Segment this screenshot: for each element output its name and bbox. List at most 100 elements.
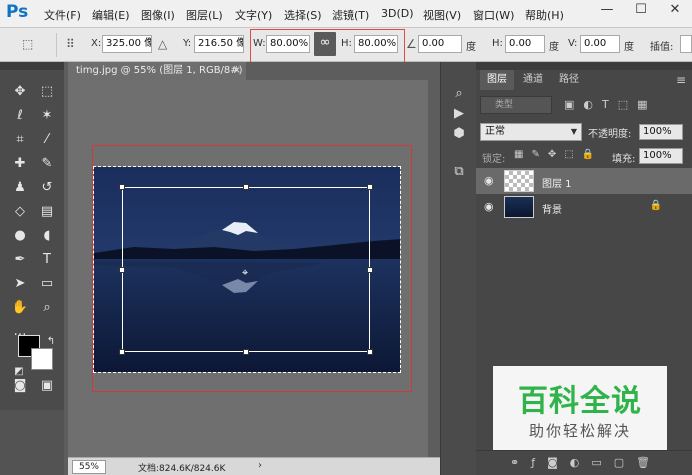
menu-image[interactable]: 图像(I) <box>141 7 175 23</box>
close-button[interactable]: ✕ <box>658 0 692 22</box>
gradient-tool-icon[interactable]: ▤ <box>36 202 58 222</box>
y-label: Y: <box>183 38 192 49</box>
angle-input[interactable]: 0.00 <box>418 35 462 53</box>
quick-mask-icon[interactable]: ◙ <box>9 376 31 396</box>
history-panel-icon[interactable]: ⌕ <box>449 84 469 104</box>
minimize-button[interactable]: — <box>590 0 624 22</box>
layer-filter-select[interactable]: 类型 <box>480 96 552 114</box>
layer-thumbnail <box>504 170 534 192</box>
magic-wand-icon[interactable]: ✶ <box>36 106 58 126</box>
actions-panel-icon[interactable]: ▶ <box>449 104 469 124</box>
hand-tool-icon[interactable]: ✋ <box>9 298 31 318</box>
3d-panel-icon[interactable]: ⬢ <box>449 124 469 144</box>
eraser-tool-icon[interactable]: ◇ <box>9 202 31 222</box>
tab-channels[interactable]: 通道 <box>516 70 550 90</box>
shape-tool-icon[interactable]: ▭ <box>36 274 58 294</box>
layer-row-background[interactable]: ◉ 背景 🔒 <box>476 194 692 220</box>
layers-panel-header <box>476 62 692 70</box>
vskew-label: V: <box>568 38 578 49</box>
menu-window[interactable]: 窗口(W) <box>473 7 514 23</box>
visibility-eye-icon[interactable]: ◉ <box>484 200 494 213</box>
blur-tool-icon[interactable]: ● <box>9 226 31 246</box>
pen-tool-icon[interactable]: ✒ <box>9 250 31 270</box>
type-tool-icon[interactable]: T <box>36 250 58 270</box>
reference-point-icon[interactable]: ⠿ <box>66 37 75 51</box>
transform-center-icon[interactable]: ⌖ <box>242 266 248 280</box>
x-label: X: <box>91 38 102 49</box>
screen-mode-icon[interactable]: ▣ <box>36 376 58 396</box>
move-tool-icon[interactable]: ✥ <box>9 82 31 102</box>
transform-handle-top[interactable] <box>243 184 249 190</box>
menu-view[interactable]: 视图(V) <box>423 7 461 23</box>
transform-handle-top-left[interactable] <box>119 184 125 190</box>
menu-type[interactable]: 文字(Y) <box>235 7 272 23</box>
lasso-tool-icon[interactable]: ℓ <box>9 106 31 126</box>
menu-select[interactable]: 选择(S) <box>284 7 322 23</box>
clone-stamp-icon[interactable]: ♟ <box>9 178 31 198</box>
document-info: 文档:824.6K/824.6K <box>138 464 226 474</box>
lock-icon: 🔒 <box>649 200 662 211</box>
lock-label: 锁定: <box>482 154 506 165</box>
path-select-icon[interactable]: ➤ <box>9 274 31 294</box>
panel-menu-icon[interactable]: ≡ <box>676 73 686 87</box>
lock-icons[interactable]: ▦✎✥⬚🔒 <box>514 149 602 160</box>
fill-input[interactable]: 100% <box>639 148 683 164</box>
menu-layer[interactable]: 图层(L) <box>186 7 223 23</box>
transform-handle-bottom-left[interactable] <box>119 349 125 355</box>
hskew-input[interactable]: 0.00 <box>505 35 545 53</box>
status-menu-icon[interactable]: › <box>258 460 262 471</box>
tab-paths[interactable]: 路径 <box>552 70 586 90</box>
angle-unit: 度 <box>466 42 476 53</box>
visibility-eye-icon[interactable]: ◉ <box>484 174 494 187</box>
tab-layers[interactable]: 图层 <box>480 70 514 90</box>
zoom-field[interactable]: 55% <box>72 460 106 474</box>
layer-action-icons[interactable]: ⚭ƒ◙◐▭▢🗑 <box>510 456 662 469</box>
healing-brush-icon[interactable]: ✚ <box>9 154 31 174</box>
crop-tool-icon[interactable]: ⌗ <box>9 130 31 150</box>
eyedropper-icon[interactable]: ⁄ <box>36 130 58 150</box>
dodge-tool-icon[interactable]: ◖ <box>36 226 58 246</box>
vskew-input[interactable]: 0.00 <box>580 35 620 53</box>
tools-panel-header <box>0 62 64 70</box>
filter-icons[interactable]: ▣◐T⬚▦ <box>564 98 657 111</box>
watermark-title: 百科全说 <box>518 384 642 419</box>
hskew-label: H: <box>492 38 503 49</box>
vskew-unit: 度 <box>624 42 634 53</box>
menu-edit[interactable]: 编辑(E) <box>92 7 130 23</box>
menu-3d[interactable]: 3D(D) <box>381 7 414 20</box>
highlight-box <box>250 29 405 65</box>
layer-thumbnail <box>504 196 534 218</box>
zoom-tool-icon[interactable]: ⌕ <box>36 298 58 318</box>
interpolation-select[interactable] <box>680 35 692 53</box>
transform-handle-left[interactable] <box>119 267 125 273</box>
opacity-input[interactable]: 100% <box>639 124 683 140</box>
layer-name: 背景 <box>542 205 562 216</box>
watermark: 百科全说 助你轻松解决 <box>493 366 667 450</box>
delta-icon[interactable]: △ <box>158 37 167 51</box>
brush-tool-icon[interactable]: ✎ <box>36 154 58 174</box>
layer-name: 图层 1 <box>542 179 572 190</box>
x-input[interactable]: 325.00 像素 <box>102 35 152 53</box>
blend-mode-select[interactable]: 正常 ▼ <box>480 123 582 141</box>
transform-handle-right[interactable] <box>367 267 373 273</box>
blend-mode-value: 正常 <box>485 126 505 137</box>
menu-help[interactable]: 帮助(H) <box>525 7 564 23</box>
background-color-swatch[interactable] <box>31 348 53 370</box>
maximize-button[interactable]: ☐ <box>624 0 658 22</box>
transform-tool-icon[interactable]: ⬚ <box>22 37 33 51</box>
properties-panel-icon[interactable]: ⧉ <box>449 162 469 182</box>
menu-file[interactable]: 文件(F) <box>44 7 81 23</box>
marquee-tool-icon[interactable]: ⬚ <box>36 82 58 102</box>
transform-handle-bottom-right[interactable] <box>367 349 373 355</box>
layers-panel-footer: ⚭ƒ◙◐▭▢🗑 <box>476 450 692 475</box>
document-tab[interactable]: timg.jpg @ 55% (图层 1, RGB/8#) * × <box>68 62 246 80</box>
menu-filter[interactable]: 滤镜(T) <box>332 7 369 23</box>
y-input[interactable]: 216.50 像素 <box>194 35 244 53</box>
transform-handle-bottom[interactable] <box>243 349 249 355</box>
transform-handle-top-right[interactable] <box>367 184 373 190</box>
chevron-down-icon: ▼ <box>570 127 577 136</box>
history-brush-icon[interactable]: ↺ <box>36 178 58 198</box>
opacity-label: 不透明度: <box>588 129 632 140</box>
layer-row-layer1[interactable]: ◉ 图层 1 <box>476 168 692 194</box>
close-tab-icon[interactable]: × <box>233 62 241 80</box>
